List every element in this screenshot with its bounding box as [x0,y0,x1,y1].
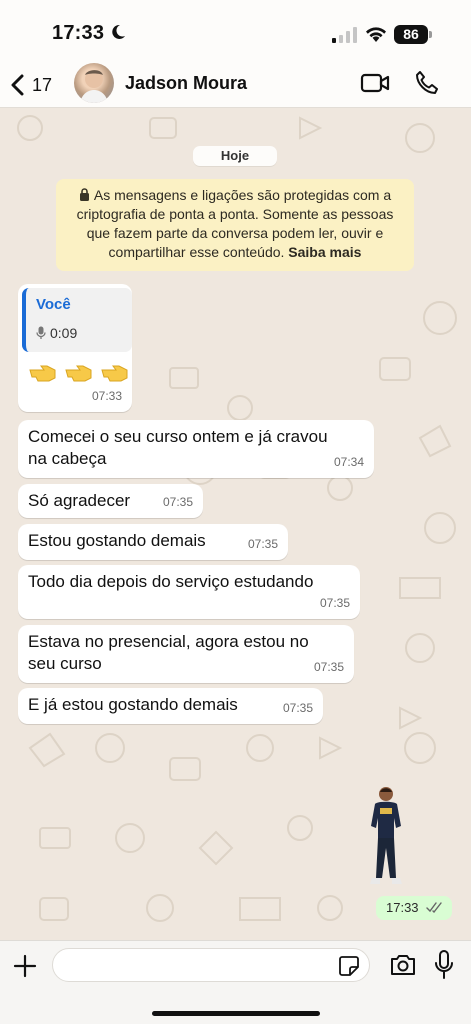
message-input[interactable] [52,948,370,982]
message-text-line: Estava no presencial, agora estou no [28,632,309,651]
message-bubble[interactable]: Comecei o seu curso ontem e já cravou na… [18,420,374,478]
contact-name[interactable]: Jadson Moura [125,73,247,94]
reply-message[interactable]: Você 0:09 07:33 [18,284,132,412]
quoted-sender: Você [36,296,71,313]
microphone-icon[interactable] [434,950,454,980]
sticker-timestamp: 17:33 [376,896,452,920]
wifi-icon [366,27,386,42]
chat-header: 17 Jadson Moura [0,62,471,108]
message-time: 07:35 [282,701,313,715]
avatar[interactable] [74,63,114,103]
message-text-line: na cabeça [28,449,107,468]
message-time: 07:35 [313,660,344,674]
chevron-left-icon [11,74,24,96]
chat-area[interactable]: Hoje As mensagens e ligações são protegi… [0,108,471,940]
message-text: Estou gostando demais [28,531,206,550]
message-time: 07:35 [247,537,278,551]
read-ticks-icon [426,902,442,913]
avatar-image [80,70,108,103]
message-text-line: Comecei o seu curso ontem e já cravou [28,427,328,446]
message-bubble[interactable]: Todo dia depois do serviço estudando 07:… [18,565,360,619]
sticker-person[interactable] [363,784,409,892]
message-time: 07:33 [91,389,122,403]
message-text-line: seu curso [28,654,102,673]
message-time: 07:35 [319,596,350,610]
moon-icon [112,24,125,39]
message-bubble[interactable]: Só agradecer 07:35 [18,484,203,518]
message-text: E já estou gostando demais [28,695,238,714]
emoji-row [28,356,132,386]
status-bar: 17:33 86 [0,0,471,62]
encryption-notice[interactable]: As mensagens e ligações são protegidas c… [56,179,414,271]
home-indicator [152,1011,320,1016]
saiba-mais-link[interactable]: Saiba mais [288,244,361,260]
date-separator: Hoje [193,146,277,166]
message-time: 07:35 [162,495,193,509]
message-bubble[interactable]: Estou gostando demais 07:35 [18,524,288,560]
unread-count: 17 [32,74,53,95]
quoted-audio-duration: 0:09 [50,325,78,341]
back-button[interactable]: 17 [10,68,52,102]
signal-icon [332,27,357,43]
status-time: 17:33 [52,22,105,44]
camera-icon[interactable] [389,953,417,977]
quoted-audio: 0:09 [36,322,122,344]
message-text: Todo dia depois do serviço estudando [28,572,314,591]
message-time: 07:34 [333,455,364,469]
message-bubble[interactable]: Estava no presencial, agora estou no seu… [18,625,354,683]
phone-icon[interactable] [414,70,438,96]
sticker-time: 17:33 [386,900,419,915]
lock-icon [79,188,89,201]
pointing-left-emoji-icon [65,365,92,382]
quoted-message[interactable]: Você 0:09 [22,288,132,352]
pointing-left-emoji-icon [101,365,128,382]
microphone-icon [36,326,46,339]
battery-indicator: 86 [394,25,428,44]
plus-icon[interactable] [12,953,38,979]
input-bar [0,940,471,1024]
video-call-icon[interactable] [360,71,390,95]
sticker-icon[interactable] [338,955,360,977]
message-bubble[interactable]: E já estou gostando demais 07:35 [18,688,323,724]
pointing-left-emoji-icon [29,365,56,382]
message-text: Só agradecer [28,491,131,510]
battery-nub [429,31,432,38]
